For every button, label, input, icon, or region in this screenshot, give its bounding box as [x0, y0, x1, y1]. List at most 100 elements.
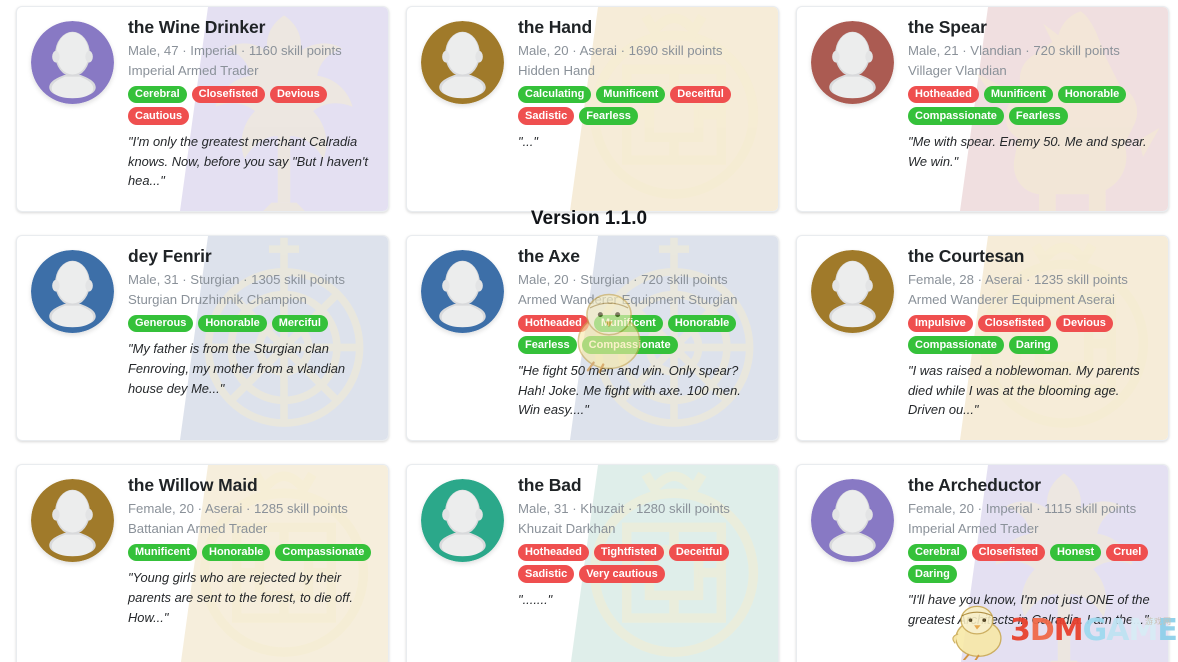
wanderer-card[interactable]: the Willow Maid Female, 20 · Aserai · 128…: [16, 464, 389, 662]
wanderer-quote: "My father is from the Sturgian clan Fen…: [128, 339, 376, 398]
trait-badge: Compassionate: [908, 107, 1004, 125]
trait-badge: Sadistic: [518, 565, 574, 583]
trait-list: MunificentHonorableCompassionate: [128, 544, 376, 562]
wanderer-card[interactable]: dey Fenrir Male, 31 · Sturgian · 1305 ski…: [16, 235, 389, 441]
avatar-container: [31, 17, 123, 203]
wanderer-name: the Courtesan: [908, 246, 1156, 267]
wanderer-card-cell: the AxeMale, 20 · Sturgian · 720 skill p…: [406, 229, 779, 457]
page-root: the Wine Drinker Male, 47 · Imperial · 11…: [0, 0, 1178, 662]
wanderer-name: the Archeductor: [908, 475, 1156, 496]
wanderer-occupation: Imperial Armed Trader: [128, 61, 376, 81]
trait-badge: Cruel: [1106, 544, 1148, 562]
trait-badge: Fearless: [579, 107, 638, 125]
card-content: the AxeMale, 20 · Sturgian · 720 skill p…: [407, 236, 778, 440]
wanderer-name: the Willow Maid: [128, 475, 376, 496]
trait-list: Cerebral Closefisted Honest Cruel Daring: [908, 544, 1156, 584]
wanderer-card-cell: the Spear Male, 21 · Vlandian · 720 skill…: [796, 0, 1169, 228]
avatar[interactable]: [31, 21, 114, 104]
card-content: the BadMale, 31 · Khuzait · 1280 skill p…: [407, 465, 778, 662]
wanderer-card[interactable]: the BadMale, 31 · Khuzait · 1280 skill p…: [406, 464, 779, 662]
trait-badge: Daring: [908, 565, 957, 583]
wanderer-meta: Male, 20 · Aserai · 1690 skill points: [518, 41, 766, 61]
wanderer-card[interactable]: the Spear Male, 21 · Vlandian · 720 skill…: [796, 6, 1169, 212]
trait-badge: Honorable: [198, 315, 266, 333]
trait-badge: Munificent: [128, 544, 197, 562]
wanderer-card[interactable]: the HandMale, 20 · Aserai · 1690 skill p…: [406, 6, 779, 212]
avatar[interactable]: [31, 250, 114, 333]
wanderer-occupation: Armed Wanderer Equipment Sturgian: [518, 290, 766, 310]
trait-badge: Compassionate: [908, 336, 1004, 354]
avatar[interactable]: [421, 479, 504, 562]
trait-badge: Munificent: [984, 86, 1053, 104]
card-info: the HandMale, 20 · Aserai · 1690 skill p…: [513, 17, 766, 203]
wanderer-name: the Wine Drinker: [128, 17, 376, 38]
wanderer-meta: Female, 20 · Aserai · 1285 skill points: [128, 499, 376, 519]
avatar[interactable]: [811, 479, 894, 562]
wanderer-card-cell: the BadMale, 31 · Khuzait · 1280 skill p…: [406, 458, 779, 662]
avatar-container: [811, 475, 903, 661]
trait-list: HotheadedMunificentHonorableFearlessComp…: [518, 315, 766, 355]
trait-badge: Honest: [1050, 544, 1101, 562]
trait-badge: Sadistic: [518, 107, 574, 125]
wanderer-name: the Bad: [518, 475, 766, 496]
trait-badge: Honorable: [668, 315, 736, 333]
wanderer-occupation: Sturgian Druzhinnik Champion: [128, 290, 376, 310]
trait-badge: Closefisted: [192, 86, 265, 104]
trait-badge: Fearless: [518, 336, 577, 354]
card-content: the HandMale, 20 · Aserai · 1690 skill p…: [407, 7, 778, 211]
trait-badge: Cautious: [128, 107, 189, 125]
wanderer-occupation: Hidden Hand: [518, 61, 766, 81]
trait-badge: Munificent: [596, 86, 665, 104]
wanderer-name: the Axe: [518, 246, 766, 267]
card-content: the Wine Drinker Male, 47 · Imperial · 11…: [17, 7, 388, 211]
wanderer-meta: Male, 31 · Sturgian · 1305 skill points: [128, 270, 376, 290]
wanderer-quote: "Me with spear. Enemy 50. Me and spear. …: [908, 132, 1156, 171]
avatar[interactable]: [31, 479, 114, 562]
trait-badge: Closefisted: [978, 315, 1051, 333]
wanderer-occupation: Battanian Armed Trader: [128, 519, 376, 539]
trait-list: CalculatingMunificentDeceitfulSadisticFe…: [518, 86, 766, 126]
card-info: the Wine Drinker Male, 47 · Imperial · 11…: [123, 17, 376, 203]
card-content: dey Fenrir Male, 31 · Sturgian · 1305 ski…: [17, 236, 388, 440]
trait-badge: Generous: [128, 315, 193, 333]
avatar[interactable]: [811, 250, 894, 333]
trait-badge: Hotheaded: [518, 544, 589, 562]
avatar[interactable]: [421, 21, 504, 104]
card-info: the Willow Maid Female, 20 · Aserai · 128…: [123, 475, 376, 661]
wanderer-card[interactable]: the AxeMale, 20 · Sturgian · 720 skill p…: [406, 235, 779, 441]
wanderer-card[interactable]: the ArcheductorFemale, 20 · Imperial · 1…: [796, 464, 1169, 662]
trait-list: HotheadedMunificentHonorableCompassionat…: [908, 86, 1156, 126]
wanderer-card-cell: dey Fenrir Male, 31 · Sturgian · 1305 ski…: [16, 229, 389, 457]
wanderer-quote: "Young girls who are rejected by their p…: [128, 568, 376, 627]
wanderer-occupation: Armed Wanderer Equipment Aserai: [908, 290, 1156, 310]
trait-badge: Tightfisted: [594, 544, 664, 562]
trait-badge: Cerebral: [908, 544, 967, 562]
wanderer-occupation: Villager Vlandian: [908, 61, 1156, 81]
avatar[interactable]: [811, 21, 894, 104]
trait-badge: Deceitful: [669, 544, 729, 562]
avatar-container: [811, 17, 903, 203]
trait-badge: Closefisted: [972, 544, 1045, 562]
trait-list: ImpulsiveClosefistedDeviousCompassionate…: [908, 315, 1156, 355]
trait-badge: Very cautious: [579, 565, 665, 583]
wanderer-meta: Male, 47 · Imperial · 1160 skill points: [128, 41, 376, 61]
trait-badge: Munificent: [594, 315, 663, 333]
avatar[interactable]: [421, 250, 504, 333]
wanderer-card[interactable]: the Wine Drinker Male, 47 · Imperial · 11…: [16, 6, 389, 212]
card-info: the ArcheductorFemale, 20 · Imperial · 1…: [903, 475, 1156, 661]
wanderer-quote: "I'm only the greatest merchant Calradia…: [128, 132, 376, 191]
wanderer-card-grid: the Wine Drinker Male, 47 · Imperial · 11…: [0, 0, 1178, 662]
trait-badge: Hotheaded: [908, 86, 979, 104]
wanderer-card-cell: the Willow Maid Female, 20 · Aserai · 128…: [16, 458, 389, 662]
wanderer-card[interactable]: the CourtesanFemale, 28 · Aserai · 1235 …: [796, 235, 1169, 441]
trait-list: Hotheaded Tightfisted Deceitful Sadistic Ver…: [518, 544, 766, 584]
wanderer-meta: Male, 21 · Vlandian · 720 skill points: [908, 41, 1156, 61]
wanderer-name: the Spear: [908, 17, 1156, 38]
wanderer-quote: ".......": [518, 590, 766, 610]
trait-badge: Deceitful: [670, 86, 730, 104]
avatar-container: [31, 246, 123, 432]
avatar-container: [421, 246, 513, 432]
wanderer-name: dey Fenrir: [128, 246, 376, 267]
avatar-container: [421, 475, 513, 661]
avatar-container: [31, 475, 123, 661]
